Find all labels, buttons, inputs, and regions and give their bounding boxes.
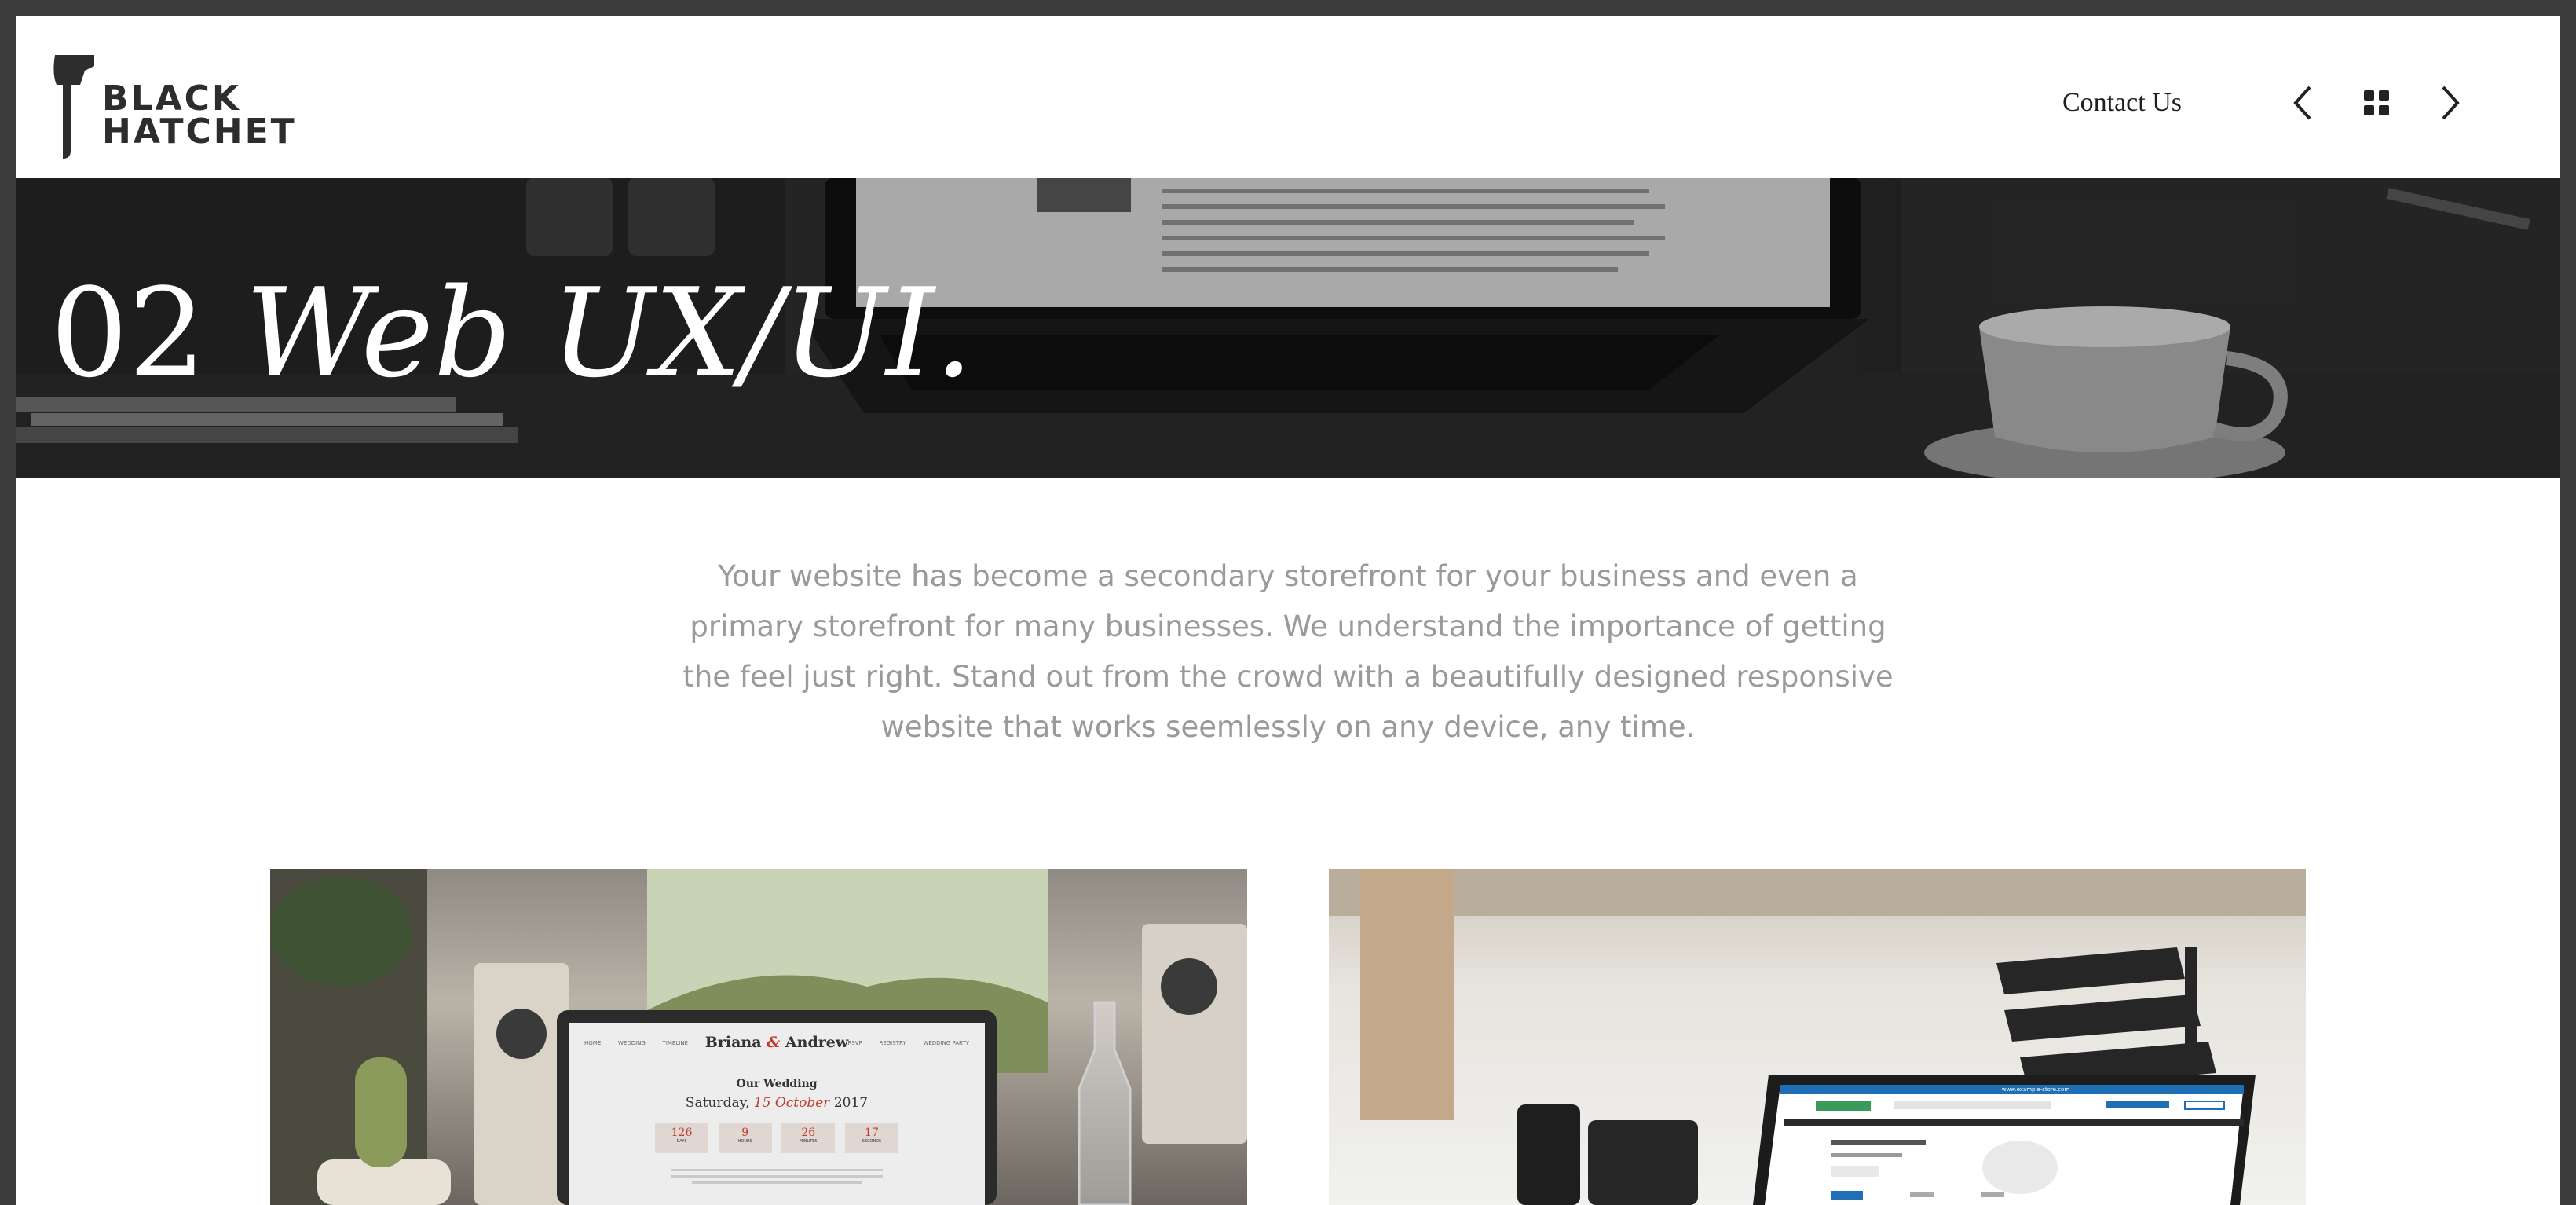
- hero-title: 02 Web UX/UI.: [50, 272, 973, 394]
- page-frame: BLACK HATCHET Contact Us 02 Web UX/UI. Y…: [16, 16, 2560, 1205]
- countdown-hours-label: HOURS: [737, 1139, 752, 1144]
- wedding-site-screen: HOME WEDDING TIMELINE RSVP REGISTRY WEDD…: [569, 1023, 985, 1205]
- logo-text-line2: HATCHET: [102, 112, 297, 152]
- wedding-date-weekday: Saturday,: [685, 1095, 750, 1111]
- wedding-body-text: [671, 1169, 883, 1184]
- hero-banner: 02 Web UX/UI.: [16, 178, 2560, 478]
- grid-icon: [2364, 90, 2389, 115]
- couple-ampersand: &: [767, 1034, 781, 1051]
- intro-paragraph: Your website has become a secondary stor…: [682, 559, 1894, 744]
- couple-first-name: Briana: [704, 1034, 762, 1051]
- wedding-couple-names: Briana & Andrew: [569, 1034, 985, 1051]
- countdown-days-label: DAYS: [676, 1139, 687, 1144]
- chevron-right-icon: [2442, 86, 2460, 120]
- countdown-days-value: 126: [671, 1126, 693, 1139]
- countdown-minutes: 26 MINUTES: [781, 1123, 836, 1153]
- site-header: BLACK HATCHET Contact Us: [16, 16, 2560, 178]
- hatchet-icon: [53, 55, 94, 159]
- wedding-date-year: 2017: [833, 1095, 869, 1111]
- hero-number: 02: [50, 262, 207, 405]
- countdown-minutes-value: 26: [801, 1126, 816, 1139]
- project-card-wedding[interactable]: HOME WEDDING TIMELINE RSVP REGISTRY WEDD…: [270, 869, 1247, 1205]
- contact-us-link[interactable]: Contact Us: [2062, 88, 2182, 118]
- prev-project-button[interactable]: [2279, 79, 2326, 126]
- store-site-banner: www.example-store.com: [2001, 1086, 2070, 1093]
- wedding-countdown: 126 DAYS 9 HOURS 26 MINUTES 17 SECONDS: [655, 1123, 898, 1153]
- countdown-seconds: 17 SECONDS: [844, 1123, 898, 1153]
- project-card-store[interactable]: www.example-store.com: [1329, 869, 2306, 1205]
- chevron-left-icon: [2293, 86, 2311, 120]
- main-nav: Contact Us: [2062, 69, 2474, 137]
- next-project-button[interactable]: [2427, 79, 2474, 126]
- wedding-date-daymonth: 15 October: [753, 1095, 830, 1111]
- countdown-hours: 9 HOURS: [718, 1123, 772, 1153]
- store-laptop-photo: [1329, 869, 2306, 1205]
- countdown-seconds-label: SECONDS: [862, 1139, 882, 1144]
- countdown-minutes-label: MINUTES: [800, 1139, 818, 1144]
- project-grid-button[interactable]: [2353, 79, 2400, 126]
- hero-title-text: Web UX/UI.: [245, 262, 974, 405]
- countdown-days: 126 DAYS: [655, 1123, 708, 1153]
- countdown-seconds-value: 17: [865, 1126, 879, 1139]
- couple-second-name: Andrew: [785, 1034, 849, 1051]
- wedding-heading: Our Wedding: [736, 1078, 818, 1090]
- countdown-hours-value: 9: [741, 1126, 749, 1139]
- brand-logo[interactable]: BLACK HATCHET: [50, 50, 295, 160]
- wedding-date: Saturday, 15 October 2017: [569, 1095, 985, 1111]
